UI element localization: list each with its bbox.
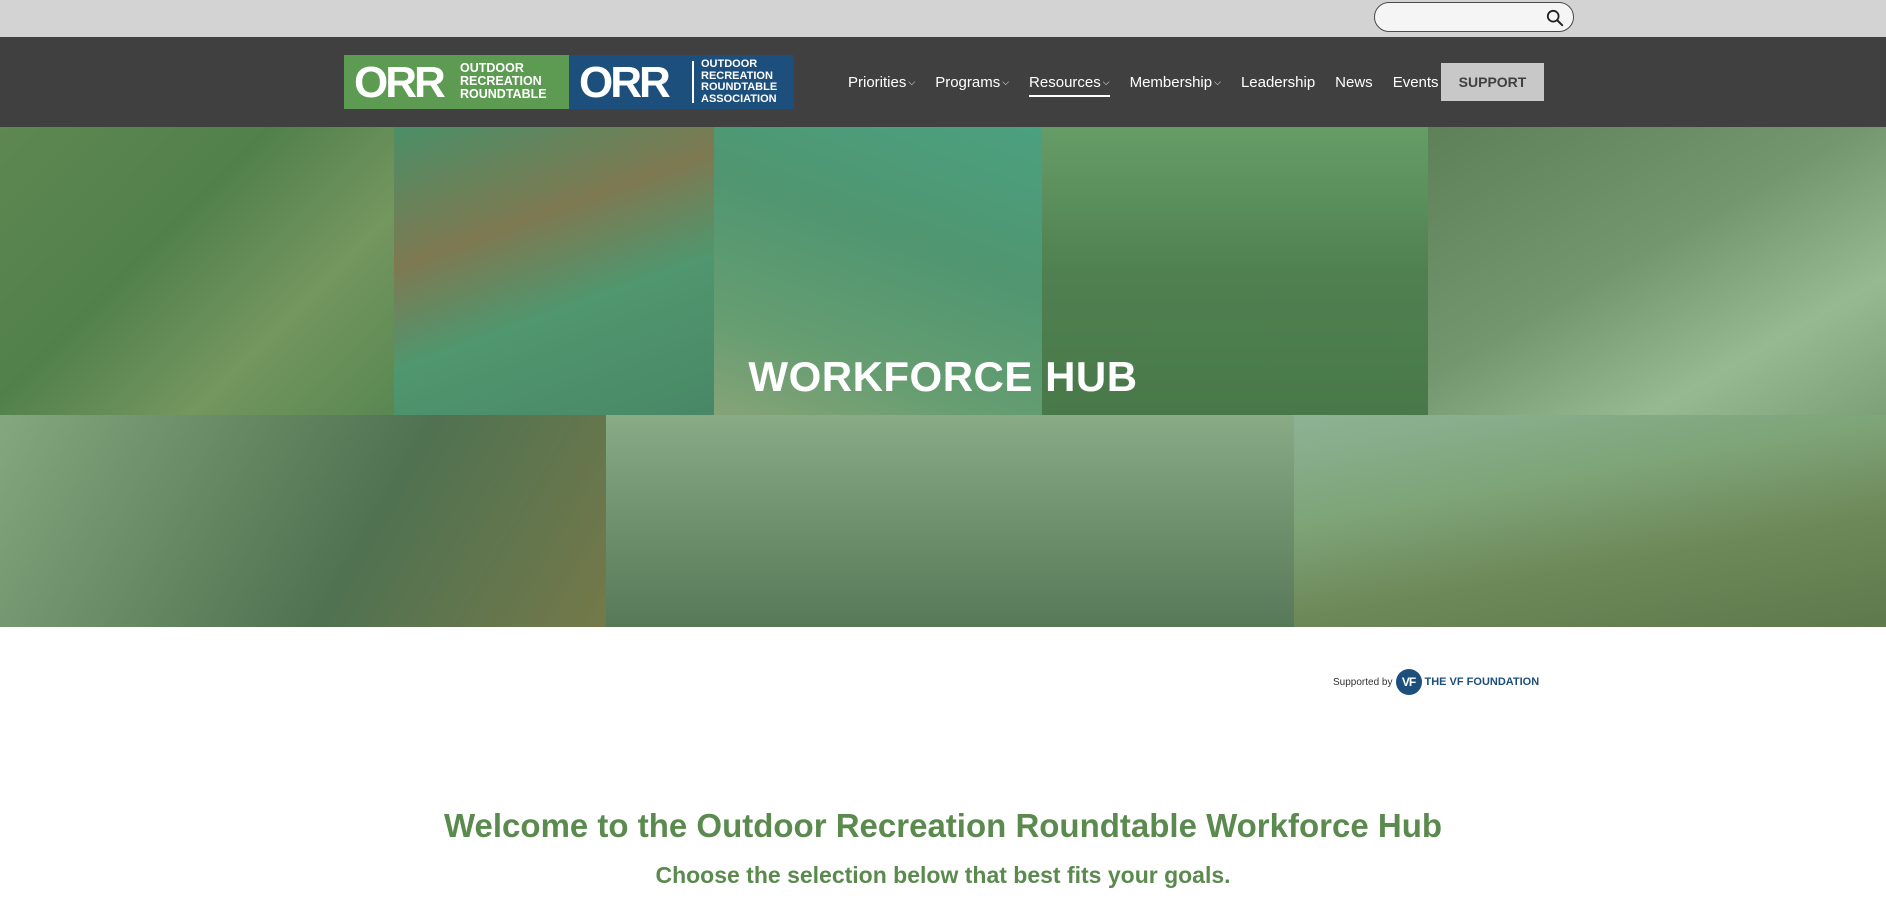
orra-logo[interactable]: ORR OUTDOOR RECREATION ROUNDTABLE ASSOCI… (569, 55, 794, 109)
support-button[interactable]: SUPPORT (1441, 63, 1544, 101)
nav-item-label: Membership (1129, 73, 1213, 91)
nav-item-news[interactable]: News (1335, 74, 1373, 91)
site-header: ORR OUTDOOR RECREATION ROUNDTABLE ORR OU… (0, 37, 1886, 127)
chevron-down-icon: ⌵ (1002, 76, 1010, 87)
nav-item-resources[interactable]: Resources ⌵ (1029, 73, 1110, 97)
nav-item-events[interactable]: Events (1393, 74, 1439, 91)
vf-foundation-logo-icon: VF (1395, 669, 1422, 695)
chevron-down-icon: ⌵ (1214, 76, 1221, 87)
nav-item-label: News (1335, 73, 1373, 91)
orra-logo-mark: ORR (579, 58, 671, 107)
search-input[interactable] (1387, 8, 1537, 26)
nav-item-leadership[interactable]: Leadership (1241, 74, 1315, 91)
orr-logo-mark: ORR (354, 58, 446, 107)
orra-logo-words: OUTDOOR RECREATION ROUNDTABLE ASSOCIATIO… (701, 58, 778, 105)
search-box[interactable] (1374, 2, 1574, 32)
orr-logo-word: ROUNDTABLE (460, 87, 547, 101)
supported-by-label: Supported by (1333, 676, 1393, 688)
nav-item-programs[interactable]: Programs ⌵ (935, 74, 1009, 91)
supported-by[interactable]: Supported by VF THE VF FOUNDATION (1333, 669, 1539, 695)
welcome-title: Welcome to the Outdoor Recreation Roundt… (443, 807, 1443, 844)
orr-logo[interactable]: ORR OUTDOOR RECREATION ROUNDTABLE (344, 55, 569, 109)
nav-item-label: Leadership (1240, 73, 1316, 91)
nav-item-label: Priorities (848, 73, 907, 91)
orra-logo-word: ASSOCIATION (701, 92, 777, 105)
nav-item-label: Programs (935, 73, 1001, 91)
main-nav: Priorities ⌵ Programs ⌵ Resources ⌵ Members… (848, 37, 1459, 127)
nav-item-label: Resources (1029, 73, 1101, 91)
logo-divider (692, 61, 694, 103)
orra-logo-word: OUTDOOR (701, 58, 758, 70)
chevron-down-icon: ⌵ (908, 76, 916, 87)
welcome-subtitle: Choose the selection below that best fit… (655, 862, 1231, 888)
nav-item-priorities[interactable]: Priorities ⌵ (848, 74, 915, 91)
hero-title: WORKFORCE HUB (748, 353, 1138, 400)
chevron-down-icon: ⌵ (1102, 76, 1110, 87)
search-icon[interactable] (1546, 9, 1564, 27)
vf-foundation-name: THE VF FOUNDATION (1424, 676, 1540, 688)
hero-banner: WORKFORCE HUB (0, 127, 1886, 627)
utility-bar (0, 0, 1886, 37)
nav-item-label: Events (1392, 73, 1439, 91)
orra-logo-word: ROUNDTABLE (701, 81, 778, 93)
nav-item-membership[interactable]: Membership ⌵ (1130, 74, 1221, 91)
orr-logo-words: OUTDOOR RECREATION ROUNDTABLE (460, 62, 547, 101)
